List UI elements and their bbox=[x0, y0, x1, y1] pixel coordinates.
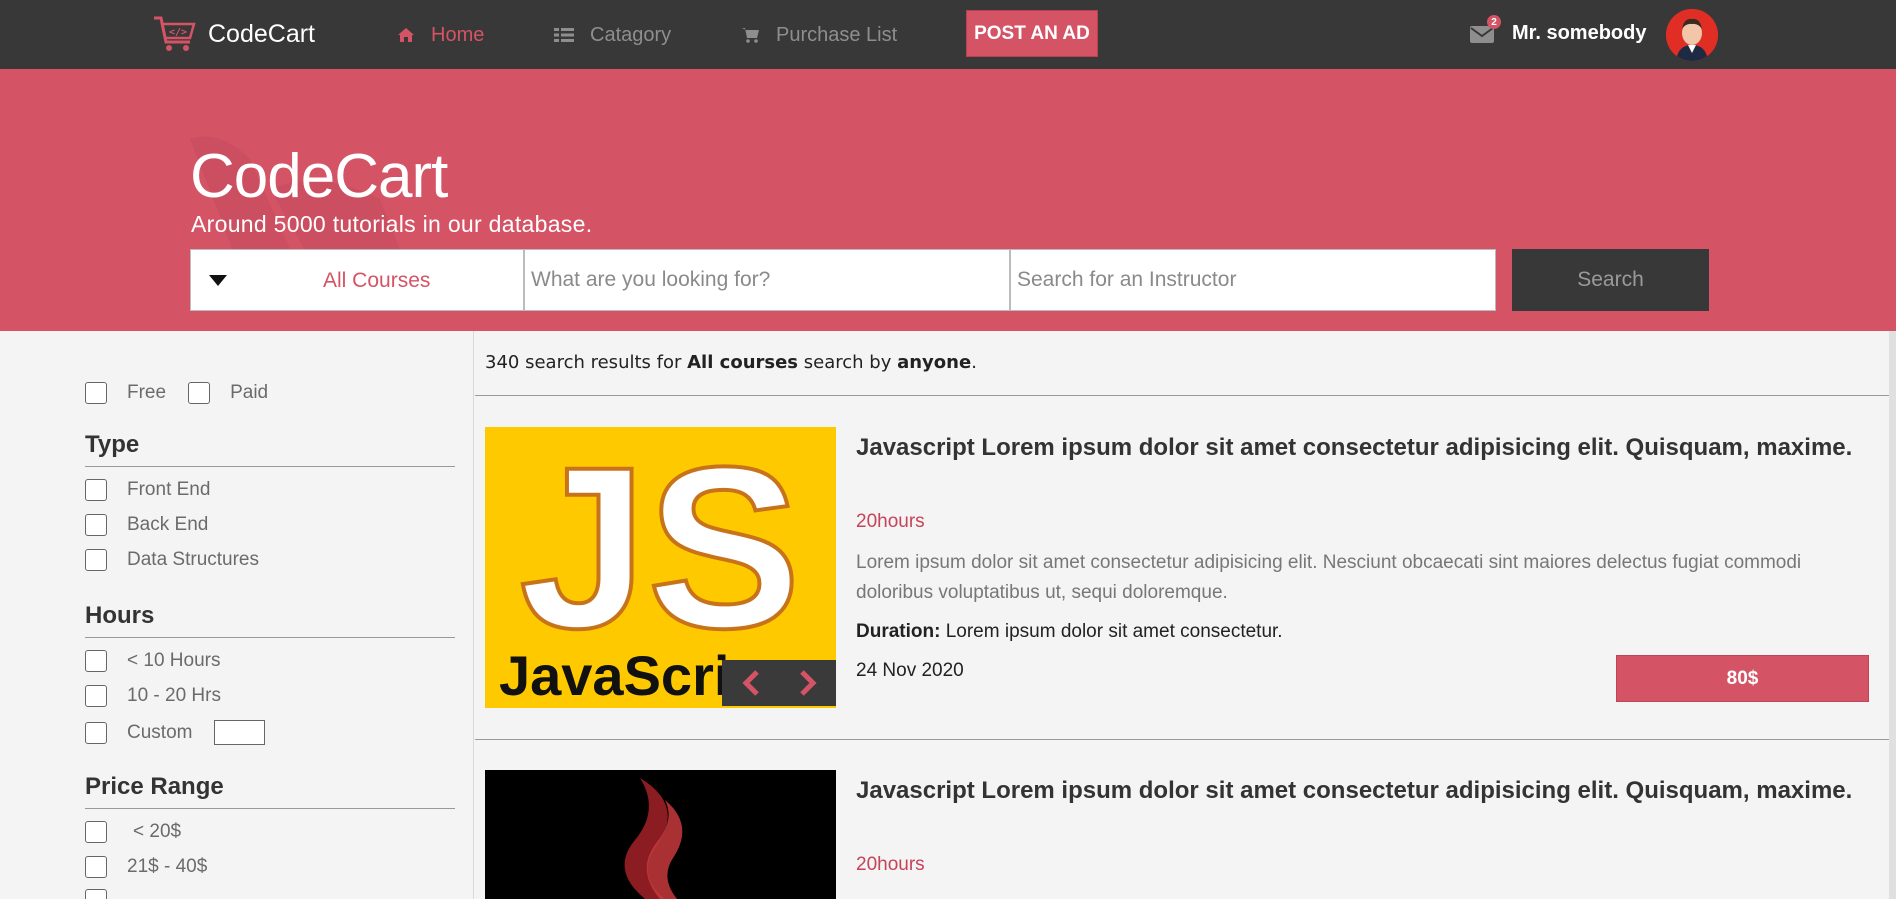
data-structures-checkbox[interactable] bbox=[85, 549, 107, 571]
backend-label: Back End bbox=[127, 514, 209, 535]
hours-10-20-label: 10 - 20 Hrs bbox=[127, 685, 221, 706]
price-next-checkbox[interactable] bbox=[85, 889, 107, 899]
course-title[interactable]: Javascript Lorem ipsum dolor sit amet co… bbox=[856, 432, 1856, 463]
nav-home[interactable]: Home bbox=[397, 20, 484, 50]
course-filter-value: All Courses bbox=[323, 269, 431, 292]
post-ad-button[interactable]: POST AN AD bbox=[966, 10, 1098, 57]
home-icon bbox=[398, 28, 414, 42]
java-steam-logo-image bbox=[485, 770, 836, 899]
js-logo-text: JS bbox=[519, 427, 800, 676]
keyword-search-input[interactable] bbox=[524, 249, 1010, 311]
hero-subtitle: Around 5000 tutorials in our database. bbox=[191, 211, 593, 237]
shopping-cart-icon bbox=[742, 28, 759, 43]
results-divider bbox=[475, 395, 1889, 396]
frontend-checkbox[interactable] bbox=[85, 479, 107, 501]
course-hours: 20hours bbox=[856, 854, 925, 875]
frontend-label: Front End bbox=[127, 479, 211, 500]
filter-type-frontend: Front End bbox=[85, 479, 210, 501]
user-avatar[interactable] bbox=[1666, 9, 1718, 61]
course-thumbnail-java[interactable] bbox=[485, 770, 836, 899]
hero-title: CodeCart bbox=[190, 142, 448, 211]
paid-label: Paid bbox=[230, 382, 269, 403]
brand-logo[interactable]: </> CodeCart bbox=[152, 12, 315, 56]
hours-heading: Hours bbox=[85, 602, 155, 629]
price-21-40-checkbox[interactable] bbox=[85, 856, 107, 878]
search-bar: All Courses bbox=[190, 249, 1496, 311]
mail-count-badge: 2 bbox=[1487, 15, 1501, 29]
carousel-controls bbox=[722, 660, 836, 706]
filter-hours-10-20: 10 - 20 Hrs bbox=[85, 685, 221, 707]
filter-type-data-structures: Data Structures bbox=[85, 549, 259, 571]
results-period: . bbox=[971, 352, 977, 373]
under-10-hours-label: < 10 Hours bbox=[127, 650, 221, 671]
course-price-button[interactable]: 80$ bbox=[1616, 655, 1869, 702]
hours-divider bbox=[85, 637, 455, 638]
svg-text:</>: </> bbox=[169, 27, 187, 38]
hero-banner: CodeCart Around 5000 tutorials in our da… bbox=[0, 69, 1896, 331]
brand-name: CodeCart bbox=[208, 19, 315, 48]
course-filter-dropdown[interactable]: All Courses bbox=[190, 249, 524, 311]
free-label: Free bbox=[127, 382, 167, 403]
under-20-checkbox[interactable] bbox=[85, 821, 107, 843]
data-structures-label: Data Structures bbox=[127, 549, 259, 570]
nav-home-label: Home bbox=[431, 23, 485, 46]
results-text-1: search results for bbox=[525, 352, 682, 373]
filter-price-next bbox=[85, 889, 107, 899]
course-hours: 20hours bbox=[856, 511, 925, 532]
nav-category-label: Catagory bbox=[590, 23, 672, 46]
page-scrollbar[interactable] bbox=[1889, 331, 1896, 899]
nav-purchase-list[interactable]: Purchase List bbox=[742, 20, 897, 50]
js-logo-caption: JavaScri bbox=[499, 644, 729, 707]
chevron-left-icon[interactable] bbox=[741, 669, 761, 697]
course-date: 24 Nov 2020 bbox=[856, 660, 964, 681]
caret-down-icon bbox=[209, 275, 227, 286]
filter-hours-custom: Custom bbox=[85, 720, 266, 745]
hours-10-20-checkbox[interactable] bbox=[85, 685, 107, 707]
course-title[interactable]: Javascript Lorem ipsum dolor sit amet co… bbox=[856, 775, 1856, 806]
list-icon bbox=[554, 28, 574, 42]
price-range-heading: Price Range bbox=[85, 773, 224, 800]
course-duration: Duration: Lorem ipsum dolor sit amet con… bbox=[856, 621, 1283, 643]
filter-price-under-20: < 20$ bbox=[85, 821, 181, 843]
custom-hours-checkbox[interactable] bbox=[85, 721, 107, 744]
chevron-right-icon[interactable] bbox=[798, 669, 818, 697]
under-20-label: < 20$ bbox=[133, 821, 182, 842]
results-by: anyone bbox=[897, 352, 972, 373]
cart-code-icon: </> bbox=[154, 16, 196, 51]
free-checkbox[interactable] bbox=[85, 382, 107, 404]
filter-type-backend: Back End bbox=[85, 514, 208, 536]
user-name[interactable]: Mr. somebody bbox=[1512, 22, 1646, 45]
filter-price-toggle: Free Paid bbox=[85, 382, 268, 404]
filter-price-21-40: 21$ - 40$ bbox=[85, 856, 207, 878]
duration-label: Duration: bbox=[856, 621, 941, 642]
top-navbar: </> CodeCart Home Catagory Purchase List… bbox=[0, 0, 1896, 69]
filter-hours-under-10: < 10 Hours bbox=[85, 650, 220, 672]
results-text-2: search by bbox=[803, 352, 892, 373]
under-10-hours-checkbox[interactable] bbox=[85, 650, 107, 672]
custom-hours-input[interactable] bbox=[214, 720, 266, 745]
results-count: 340 bbox=[485, 352, 520, 373]
course-divider bbox=[475, 739, 1889, 740]
results-query: All courses bbox=[687, 352, 799, 373]
search-button[interactable]: Search bbox=[1512, 249, 1709, 311]
duration-text: Lorem ipsum dolor sit amet consectetur. bbox=[945, 621, 1283, 642]
price-range-divider bbox=[85, 808, 455, 809]
price-21-40-label: 21$ - 40$ bbox=[127, 856, 208, 877]
instructor-search-input[interactable] bbox=[1010, 249, 1496, 311]
avatar-portrait-icon bbox=[1666, 9, 1718, 61]
nav-category[interactable]: Catagory bbox=[554, 20, 671, 50]
course-description: Lorem ipsum dolor sit amet consectetur a… bbox=[856, 552, 1802, 603]
nav-purchase-list-label: Purchase List bbox=[776, 23, 898, 46]
type-divider bbox=[85, 466, 455, 467]
filter-sidebar: Free Paid Type Front End Back End Data S… bbox=[0, 331, 474, 899]
results-summary: 340 search results for All courses searc… bbox=[485, 352, 977, 373]
custom-hours-label: Custom bbox=[127, 721, 193, 743]
paid-checkbox[interactable] bbox=[188, 382, 211, 404]
type-heading: Type bbox=[85, 431, 140, 458]
backend-checkbox[interactable] bbox=[85, 514, 107, 536]
